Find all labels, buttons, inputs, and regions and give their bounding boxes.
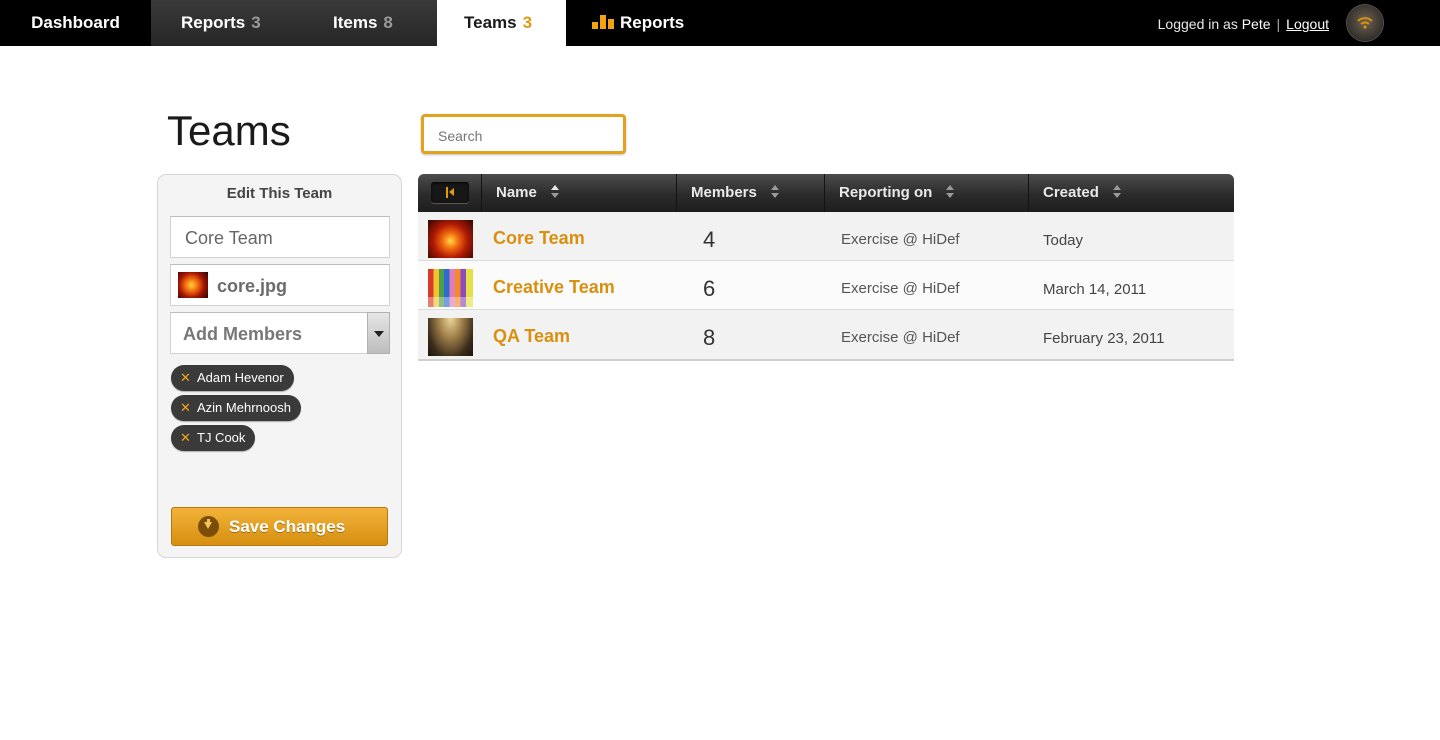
logout-link[interactable]: Logout xyxy=(1286,16,1329,32)
teams-table: Name Members Reporting on Created Core T… xyxy=(418,174,1234,361)
column-header-created[interactable]: Created xyxy=(1028,174,1234,212)
logged-in-label: Logged in as xyxy=(1157,16,1238,32)
column-header-reporting-on[interactable]: Reporting on xyxy=(824,174,1028,212)
tab-teams-count: 3 xyxy=(522,13,533,32)
sort-icon xyxy=(770,185,779,199)
tab-reports[interactable]: Reports 3 xyxy=(151,0,301,46)
top-navigation-bar: Dashboard Reports 3 Items 8 Teams 3 Reports… xyxy=(0,0,1440,46)
team-name-link[interactable]: Creative Team xyxy=(493,277,615,298)
created-date: March 14, 2011 xyxy=(1043,281,1147,298)
column-header-label: Created xyxy=(1043,184,1099,201)
member-chip: ✕ Adam Hevenor xyxy=(171,365,294,391)
bar-chart-icon xyxy=(592,15,614,29)
team-name-link[interactable]: Core Team xyxy=(493,228,585,249)
separator: | xyxy=(1276,16,1281,32)
reporting-on: Exercise @ HiDef xyxy=(841,280,960,297)
save-changes-label: Save Changes xyxy=(229,517,346,536)
close-icon[interactable]: ✕ xyxy=(180,395,191,421)
team-name-link[interactable]: QA Team xyxy=(493,326,570,347)
member-count: 4 xyxy=(703,227,716,252)
team-image-field[interactable]: core.jpg xyxy=(170,264,390,306)
tab-items[interactable]: Items 8 xyxy=(301,0,437,46)
created-date: Today xyxy=(1043,232,1084,249)
user-area: Logged in as Pete | Logout xyxy=(1158,0,1329,48)
download-arrow-icon xyxy=(198,516,219,537)
sort-icon xyxy=(946,185,955,199)
table-header: Name Members Reporting on Created xyxy=(418,174,1234,212)
team-image-filename: core.jpg xyxy=(217,276,288,296)
wifi-logo-icon[interactable] xyxy=(1347,5,1383,41)
add-members-select[interactable]: Add Members xyxy=(170,312,390,354)
table-row[interactable]: Creative Team 6 Exercise @ HiDef March 1… xyxy=(418,261,1234,310)
reporting-on: Exercise @ HiDef xyxy=(841,329,960,346)
edit-team-panel: Edit This Team core.jpg Add Members ✕ Ada… xyxy=(157,174,402,558)
member-chip-label: TJ Cook xyxy=(197,430,246,445)
tab-dashboard[interactable]: Dashboard xyxy=(0,0,151,46)
save-changes-button[interactable]: Save Changes xyxy=(171,507,388,546)
search-input[interactable] xyxy=(436,127,620,145)
column-header-name[interactable]: Name xyxy=(481,174,676,212)
tab-teams[interactable]: Teams 3 xyxy=(437,0,566,46)
table-row[interactable]: Core Team 4 Exercise @ HiDef Today xyxy=(418,212,1234,261)
team-thumbnail xyxy=(428,318,473,356)
table-row[interactable]: QA Team 8 Exercise @ HiDef February 23, … xyxy=(418,310,1234,361)
member-chip: ✕ Azin Mehrnoosh xyxy=(171,395,301,421)
close-icon[interactable]: ✕ xyxy=(180,365,191,391)
created-date: February 23, 2011 xyxy=(1043,330,1165,347)
tab-reports-count: 3 xyxy=(251,13,261,32)
team-name-field xyxy=(170,216,390,258)
team-name-input[interactable] xyxy=(183,227,377,250)
tab-dashboard-label: Dashboard xyxy=(31,13,120,32)
collapse-panel-icon[interactable] xyxy=(431,182,469,203)
member-count: 8 xyxy=(703,325,716,350)
tab-items-count: 8 xyxy=(383,13,393,32)
column-header-label: Members xyxy=(691,184,757,201)
username: Pete xyxy=(1241,16,1271,32)
close-icon[interactable]: ✕ xyxy=(180,425,191,451)
member-chip-label: Azin Mehrnoosh xyxy=(197,400,291,415)
column-header-label: Name xyxy=(496,184,537,201)
add-members-placeholder: Add Members xyxy=(183,324,303,344)
chevron-down-icon[interactable] xyxy=(367,312,390,354)
team-image-thumbnail xyxy=(178,272,208,298)
table-header-control xyxy=(418,174,481,212)
member-chip: ✕ TJ Cook xyxy=(171,425,256,451)
reports-link-label: Reports xyxy=(620,13,685,32)
member-count: 6 xyxy=(703,276,716,301)
tab-teams-label: Teams xyxy=(464,13,517,32)
edit-panel-title: Edit This Team xyxy=(226,185,333,202)
tab-reports-label: Reports xyxy=(181,13,246,32)
sort-icon xyxy=(1112,185,1121,199)
reporting-on: Exercise @ HiDef xyxy=(841,231,960,248)
column-header-label: Reporting on xyxy=(839,184,933,201)
column-header-members[interactable]: Members xyxy=(676,174,824,212)
team-thumbnail xyxy=(428,269,473,307)
reports-link[interactable]: Reports xyxy=(592,0,684,46)
page-title: Teams xyxy=(167,107,291,154)
sort-icon xyxy=(550,185,559,199)
tab-items-label: Items xyxy=(333,13,378,32)
team-thumbnail xyxy=(428,220,473,258)
member-chip-label: Adam Hevenor xyxy=(197,370,284,385)
search-box xyxy=(421,114,626,154)
